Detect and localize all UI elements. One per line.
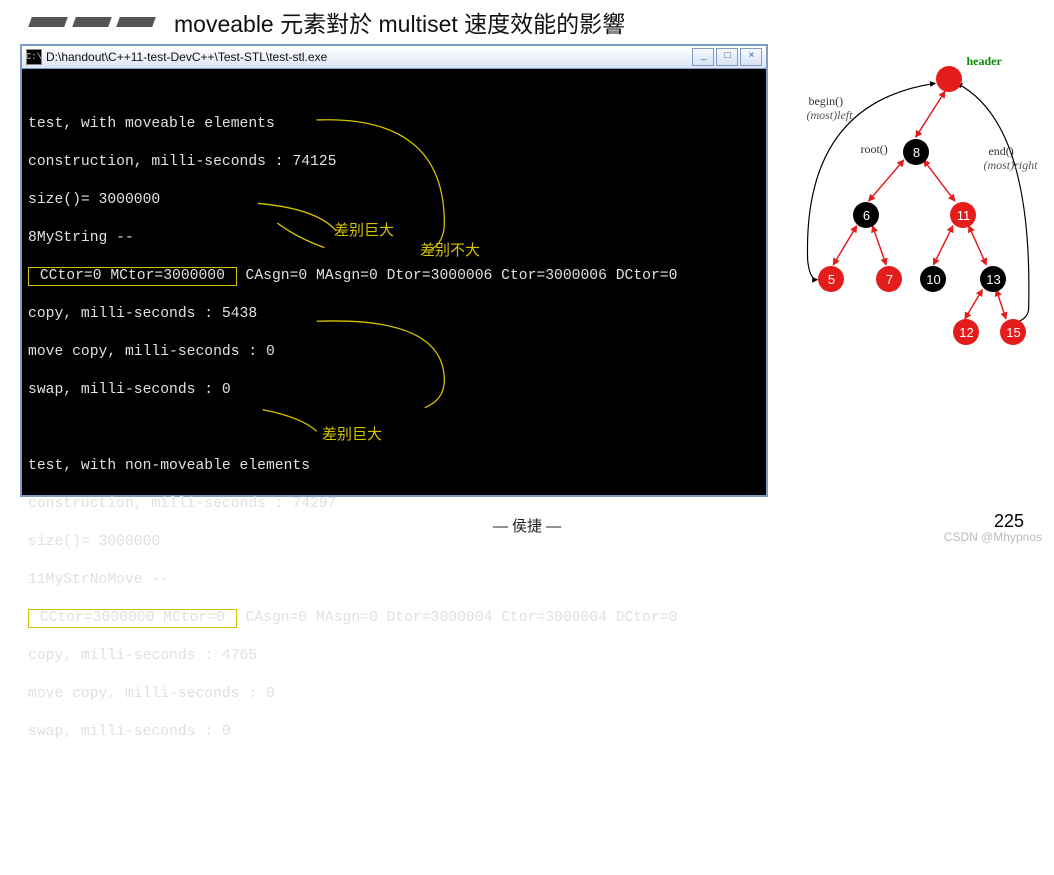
- label-header: header: [966, 54, 1001, 69]
- page-number: 225: [994, 511, 1024, 532]
- minimize-button[interactable]: _: [692, 48, 714, 66]
- highlight-moveable: CCtor=0 MCtor=3000000: [28, 267, 237, 286]
- window-title: D:\handout\C++11-test-DevC++\Test-STL\te…: [46, 50, 327, 64]
- maximize-button[interactable]: □: [716, 48, 738, 66]
- label-end: end(): [988, 144, 1013, 159]
- note-big-diff-1: 差别巨大: [334, 221, 394, 240]
- close-button[interactable]: ×: [740, 48, 762, 66]
- label-begin: begin(): [808, 94, 843, 109]
- footer-author: — 侯捷 —: [0, 515, 1054, 536]
- watermark: CSDN @Mhypnos: [944, 530, 1042, 544]
- highlight-nonmoveable: CCtor=3000000 MCtor=0: [28, 609, 237, 628]
- slide-title: moveable 元素對於 multiset 速度效能的影響: [174, 5, 625, 39]
- rbtree-diagram: header begin() (most)left root() end() (…: [788, 44, 1034, 374]
- label-mostright: (most)right: [983, 158, 1037, 173]
- slide-header: moveable 元素對於 multiset 速度效能的影響: [0, 0, 1054, 44]
- label-mostleft: (most)left: [806, 108, 852, 123]
- cmd-icon: C:\: [26, 49, 42, 65]
- note-big-diff-2: 差别巨大: [322, 425, 382, 444]
- decorative-bars: [30, 17, 154, 27]
- console-output: test, with moveable elements constructio…: [22, 69, 766, 495]
- note-small-diff: 差别不大: [420, 241, 480, 260]
- window-titlebar: C:\ D:\handout\C++11-test-DevC++\Test-ST…: [22, 46, 766, 69]
- console-window: C:\ D:\handout\C++11-test-DevC++\Test-ST…: [20, 44, 768, 497]
- label-root: root(): [860, 142, 887, 157]
- tree-edges: [788, 44, 1034, 368]
